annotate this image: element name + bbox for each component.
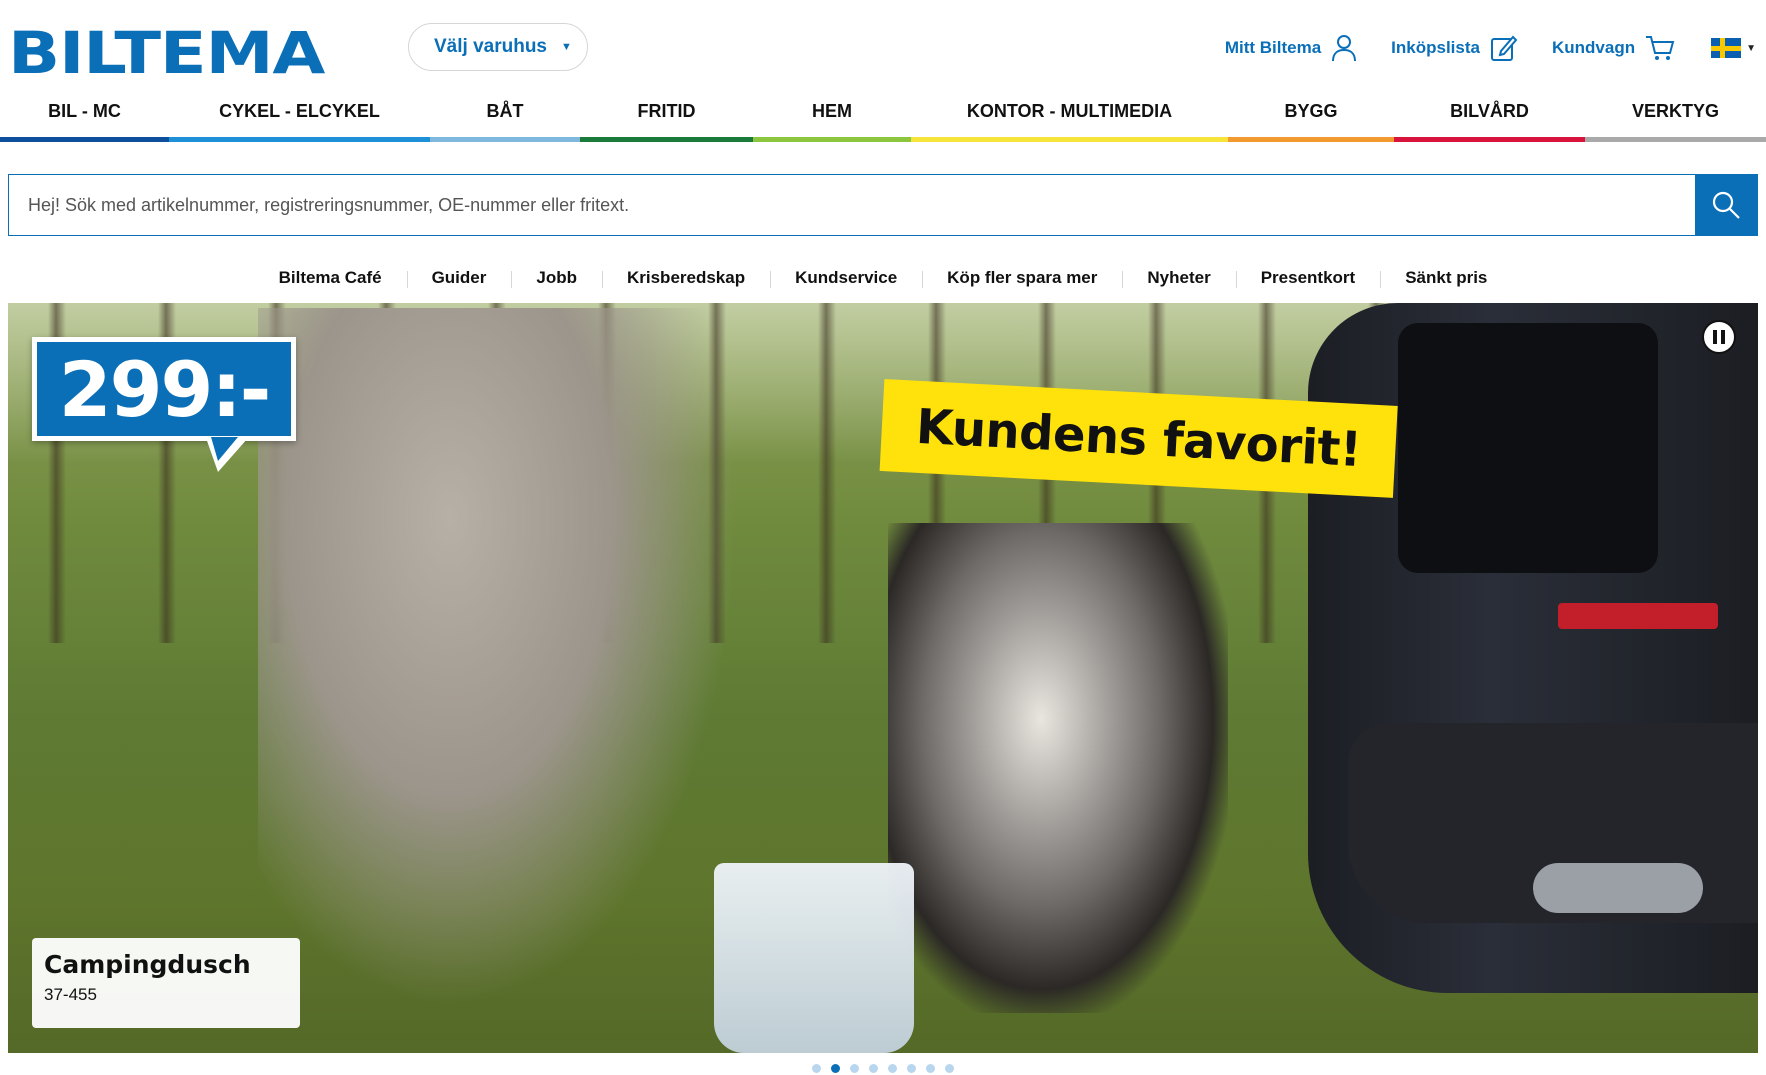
category-label: HEM xyxy=(812,101,852,121)
header-links: Mitt Biltema Inköpslista Kundvagn ▼ xyxy=(1191,30,1766,66)
cart-icon xyxy=(1646,36,1675,60)
hero-bucket xyxy=(714,863,914,1053)
category-label: BÅT xyxy=(486,101,524,121)
sweden-flag-icon xyxy=(1711,38,1742,58)
link-krisberedskap[interactable]: Krisberedskap xyxy=(601,268,770,288)
car-taillight xyxy=(1558,603,1718,629)
site-header: BILTEMA Välj varuhus ▼ Mitt Biltema Inkö… xyxy=(0,0,1766,94)
account-link[interactable]: Mitt Biltema xyxy=(1225,34,1357,62)
product-name: Campingdusch xyxy=(44,950,251,979)
hero-woman-figure xyxy=(258,308,738,1008)
link-jobb[interactable]: Jobb xyxy=(511,268,602,288)
link-guider[interactable]: Guider xyxy=(406,268,512,288)
category-color-bar xyxy=(0,137,169,142)
pause-icon-bar xyxy=(1721,330,1725,344)
car-exhaust xyxy=(1533,863,1703,913)
search-button[interactable] xyxy=(1695,175,1757,235)
product-card[interactable]: Campingdusch 37-455 xyxy=(32,938,300,1028)
link-biltema-cafe[interactable]: Biltema Café xyxy=(254,268,407,288)
category-label: KONTOR - MULTIMEDIA xyxy=(966,101,1173,121)
carousel-dot[interactable] xyxy=(850,1063,859,1073)
carousel-dots xyxy=(0,1061,1766,1075)
category-label: BYGG xyxy=(1284,101,1338,121)
link-kundservice[interactable]: Kundservice xyxy=(770,268,922,288)
category-color-bar xyxy=(911,137,1228,142)
product-number: 37-455 xyxy=(44,985,97,1004)
carousel-dot[interactable] xyxy=(812,1063,821,1073)
price-tag-tail-inner xyxy=(211,437,238,461)
carousel-dot[interactable] xyxy=(869,1063,878,1073)
category-bat[interactable]: BÅT xyxy=(430,96,580,142)
category-bil-mc[interactable]: BIL - MC xyxy=(0,96,169,142)
hero-dog-figure xyxy=(888,523,1228,1013)
carousel-dot[interactable] xyxy=(888,1063,897,1073)
link-nyheter[interactable]: Nyheter xyxy=(1122,268,1235,288)
edit-icon xyxy=(1490,35,1518,61)
category-color-bar xyxy=(753,137,911,142)
user-icon xyxy=(1332,35,1357,62)
category-color-bar xyxy=(169,137,430,142)
cart-label: Kundvagn xyxy=(1551,38,1636,57)
category-color-bar xyxy=(1228,137,1394,142)
category-kontor[interactable]: KONTOR - MULTIMEDIA xyxy=(911,96,1228,142)
carousel-dot-active[interactable] xyxy=(831,1063,840,1073)
category-color-bar xyxy=(580,137,753,142)
store-select-label: Välj varuhus xyxy=(434,36,547,57)
account-label: Mitt Biltema xyxy=(1224,38,1322,57)
secondary-nav: Biltema Café Guider Jobb Krisberedskap K… xyxy=(0,264,1766,292)
carousel-dot[interactable] xyxy=(945,1063,954,1073)
hero-banner[interactable]: 299:- Kundens favorit! Campingdusch 37-4… xyxy=(8,303,1758,1053)
category-label: BIL - MC xyxy=(48,101,121,121)
shopping-list-label: Inköpslista xyxy=(1391,38,1480,57)
category-hem[interactable]: HEM xyxy=(753,96,911,142)
category-nav: BIL - MC CYKEL - ELCYKEL BÅT FRITID HEM … xyxy=(0,96,1766,142)
biltema-logo[interactable]: BILTEMA xyxy=(8,24,325,82)
carousel-dot[interactable] xyxy=(926,1063,935,1073)
link-presentkort[interactable]: Presentkort xyxy=(1235,268,1380,288)
shopping-list-link[interactable]: Inköpslista xyxy=(1391,34,1518,62)
price-tag: 299:- xyxy=(32,337,296,441)
category-color-bar xyxy=(430,137,580,142)
carousel-dot[interactable] xyxy=(907,1063,916,1073)
category-label: BILVÅRD xyxy=(1450,101,1529,121)
category-color-bar xyxy=(1394,137,1585,142)
category-fritid[interactable]: FRITID xyxy=(580,96,753,142)
search-input[interactable] xyxy=(9,175,1695,235)
link-kop-fler-spara-mer[interactable]: Köp fler spara mer xyxy=(922,268,1122,288)
link-sankt-pris[interactable]: Sänkt pris xyxy=(1380,268,1512,288)
category-color-bar xyxy=(1585,137,1766,142)
category-label: VERKTYG xyxy=(1631,101,1719,121)
caret-down-icon: ▼ xyxy=(561,41,572,53)
pause-icon-bar xyxy=(1713,330,1717,344)
car-trunk xyxy=(1398,323,1658,573)
category-verktyg[interactable]: VERKTYG xyxy=(1585,96,1766,142)
category-label: FRITID xyxy=(637,101,696,121)
caret-down-icon: ▼ xyxy=(1746,42,1756,54)
pause-button[interactable] xyxy=(1702,320,1736,354)
search-icon xyxy=(1712,191,1740,219)
language-select[interactable]: ▼ xyxy=(1711,38,1756,58)
category-cykel[interactable]: CYKEL - ELCYKEL xyxy=(169,96,430,142)
store-select[interactable]: Välj varuhus ▼ xyxy=(408,23,588,71)
category-bilvard[interactable]: BILVÅRD xyxy=(1394,96,1585,142)
cart-link[interactable]: Kundvagn xyxy=(1552,34,1675,62)
category-bygg[interactable]: BYGG xyxy=(1228,96,1394,142)
search-bar xyxy=(8,174,1758,236)
category-label: CYKEL - ELCYKEL xyxy=(219,101,380,121)
